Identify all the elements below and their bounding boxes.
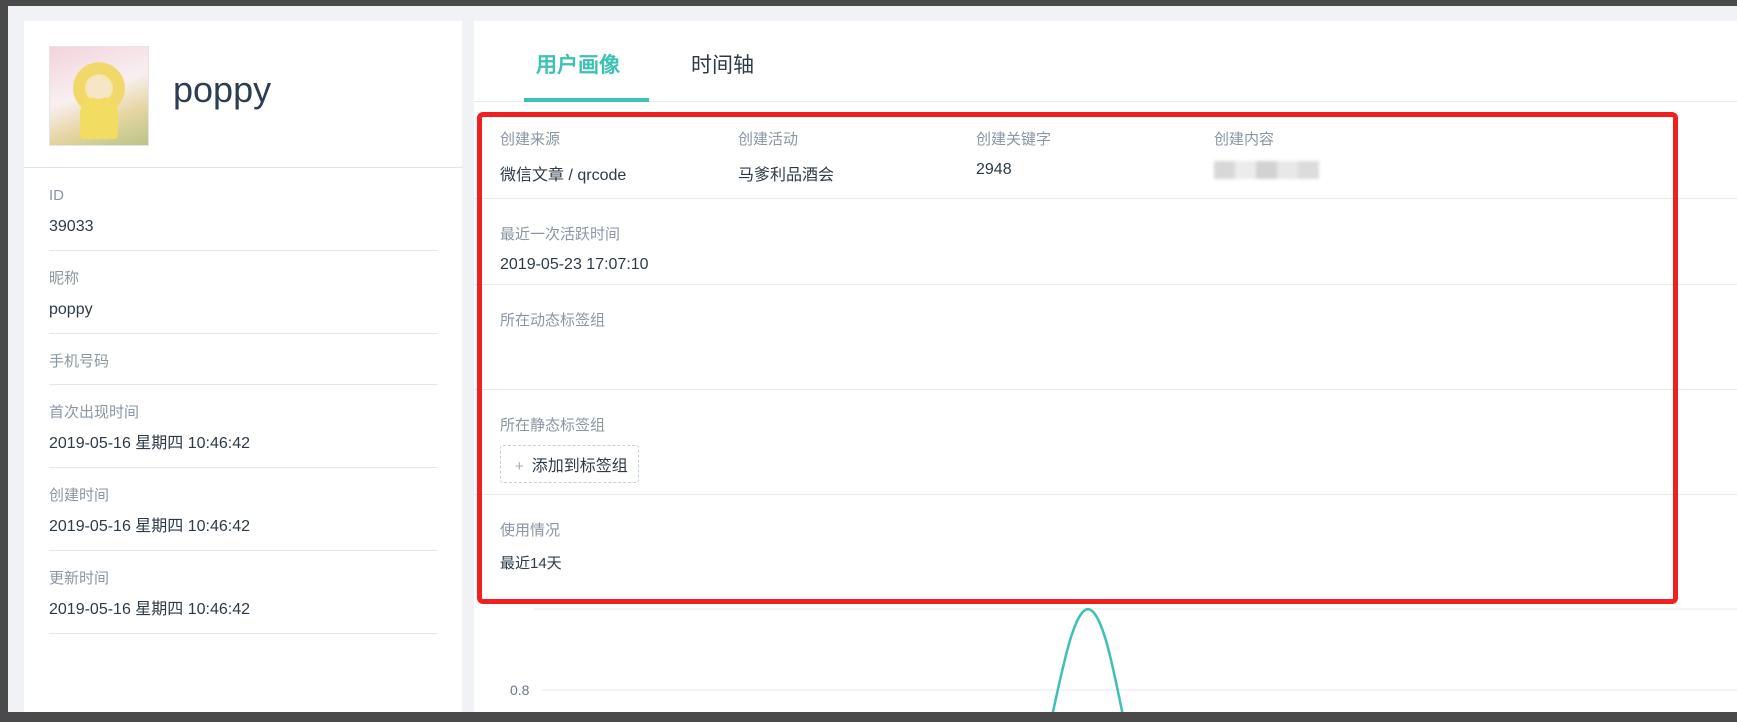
- keyword-value: 2948: [976, 161, 1012, 178]
- tab-user-profile[interactable]: 用户画像: [536, 49, 620, 79]
- content-field: 创建内容: [1214, 128, 1319, 179]
- dynamic-group-label: 所在动态标签组: [500, 312, 606, 329]
- info-item-updated: 更新时间 2019-05-16 星期四 10:46:42: [49, 551, 437, 634]
- detail-content: 创建来源 微信文章 / qrcode 创建活动 马爹利品酒会 创建关键字 294…: [474, 102, 1737, 605]
- content-label: 创建内容: [1214, 131, 1275, 148]
- keyword-label: 创建关键字: [976, 131, 1052, 148]
- y-tick-label: 0.8: [510, 682, 530, 698]
- static-group-label: 所在静态标签组: [500, 417, 606, 434]
- info-label: 首次出现时间: [49, 404, 140, 421]
- tab-bar: 用户画像 时间轴: [474, 21, 1737, 102]
- info-label: 创建时间: [49, 487, 110, 504]
- detail-panel: 用户画像 时间轴 0.8 创建来源 微信文章 / qrcode 创建活动 马爹利…: [474, 21, 1737, 712]
- info-value: 2019-05-16 星期四 10:46:42: [49, 435, 251, 452]
- source-label: 创建来源: [500, 131, 561, 148]
- info-label: 手机号码: [49, 353, 110, 370]
- info-value: poppy: [49, 301, 93, 318]
- chart-series-line: [1051, 607, 1124, 712]
- usage-row: 使用情况 最近14天: [474, 495, 1737, 605]
- info-item-nickname: 昵称 poppy: [49, 251, 437, 334]
- dynamic-group-row: 所在动态标签组: [474, 285, 1737, 390]
- usage-label: 使用情况: [500, 522, 561, 539]
- info-item-first-seen: 首次出现时间 2019-05-16 星期四 10:46:42: [49, 385, 437, 468]
- info-label: ID: [49, 187, 64, 204]
- last-active-value: 2019-05-23 17:07:10: [500, 256, 649, 273]
- info-value: 39033: [49, 218, 94, 235]
- add-to-group-label: 添加到标签组: [531, 458, 628, 475]
- activity-label: 创建活动: [738, 131, 799, 148]
- info-item-created: 创建时间 2019-05-16 星期四 10:46:42: [49, 468, 437, 551]
- last-active-row: 最近一次活跃时间 2019-05-23 17:07:10: [474, 199, 1737, 285]
- info-label: 更新时间: [49, 570, 110, 587]
- source-value: 微信文章 / qrcode: [500, 167, 627, 184]
- content-value-blurred: [1214, 161, 1319, 179]
- profile-header: poppy: [24, 21, 462, 168]
- activity-value: 马爹利品酒会: [738, 167, 835, 184]
- profile-info-list: ID 39033 昵称 poppy 手机号码 首次出现时间 2019-05-16…: [24, 168, 462, 634]
- creation-info-row: 创建来源 微信文章 / qrcode 创建活动 马爹利品酒会 创建关键字 294…: [474, 102, 1737, 199]
- page-canvas: poppy ID 39033 昵称 poppy 手机号码 首次出现时间 2019…: [8, 6, 1737, 712]
- plus-icon: +: [515, 458, 524, 475]
- keyword-field: 创建关键字 2948: [976, 128, 1051, 179]
- info-label: 昵称: [49, 270, 80, 287]
- source-field: 创建来源 微信文章 / qrcode: [500, 128, 626, 185]
- info-value: 2019-05-16 星期四 10:46:42: [49, 601, 251, 618]
- profile-username: poppy: [173, 69, 272, 110]
- add-to-group-button[interactable]: + 添加到标签组: [500, 445, 639, 483]
- usage-value: 最近14天: [500, 555, 562, 572]
- info-value: 2019-05-16 星期四 10:46:42: [49, 518, 251, 535]
- info-item-id: ID 39033: [49, 168, 437, 251]
- static-group-row: 所在静态标签组 + 添加到标签组: [474, 390, 1737, 495]
- profile-panel: poppy ID 39033 昵称 poppy 手机号码 首次出现时间 2019…: [24, 21, 462, 712]
- tab-timeline[interactable]: 时间轴: [691, 49, 754, 79]
- activity-field: 创建活动 马爹利品酒会: [738, 128, 834, 185]
- info-item-phone: 手机号码: [49, 334, 437, 385]
- avatar: [49, 46, 149, 146]
- last-active-label: 最近一次活跃时间: [500, 226, 621, 243]
